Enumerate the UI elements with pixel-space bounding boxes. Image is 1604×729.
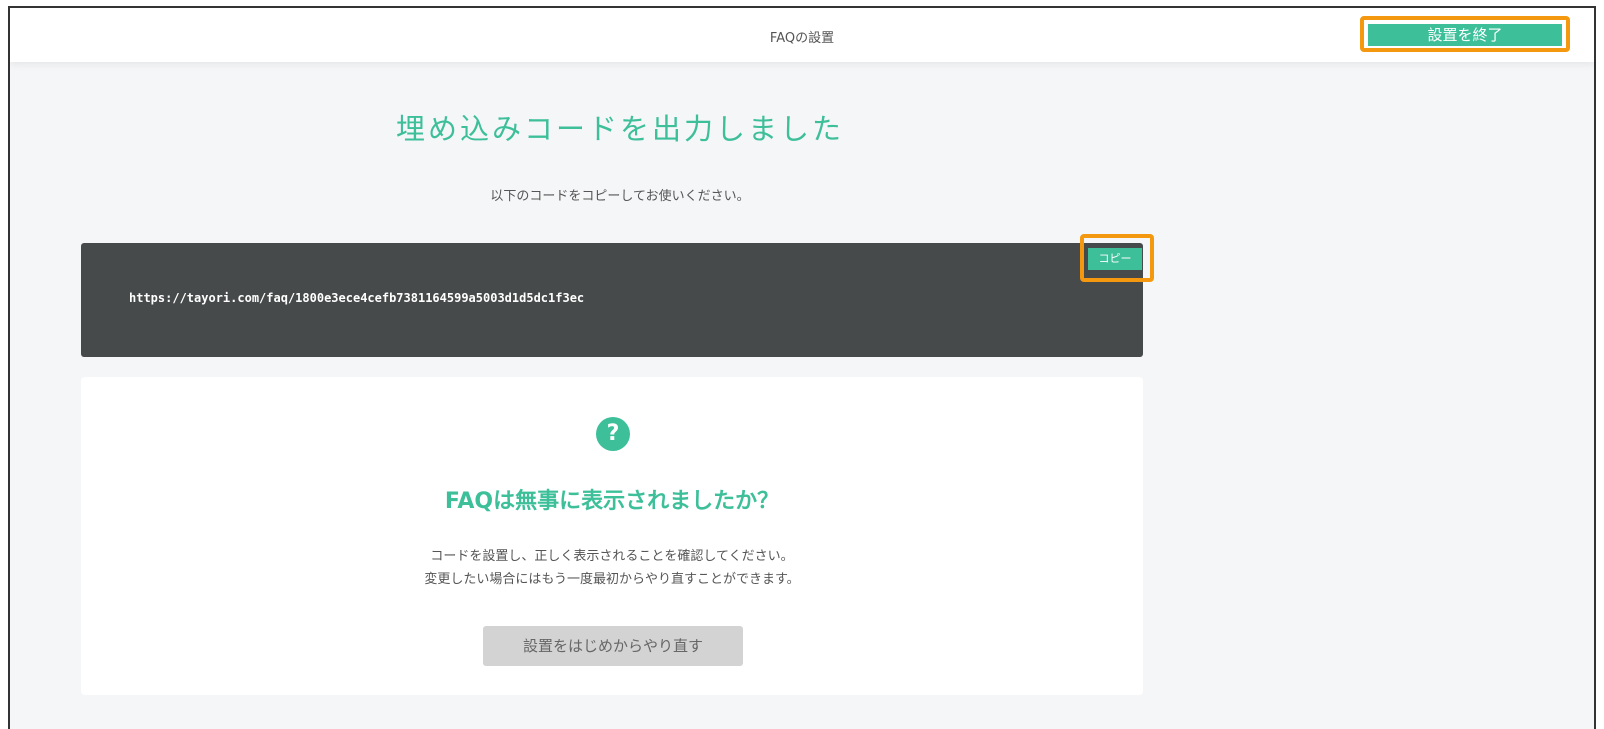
embed-code-text[interactable]: https://tayori.com/faq/1800e3ece4cefb738… <box>129 291 584 305</box>
top-bar: FAQの設置 設置を終了 <box>10 8 1594 62</box>
card-description: コードを設置し、正しく表示されることを確認してください。 変更したい場合にはもう… <box>81 545 1143 591</box>
copy-button[interactable]: コピー <box>1088 248 1142 270</box>
app-window: FAQの設置 設置を終了 埋め込みコードを出力しました 以下のコードをコピーして… <box>8 6 1596 729</box>
main-heading: 埋め込みコードを出力しました <box>395 112 844 146</box>
card-description-line-1: コードを設置し、正しく表示されることを確認してください。 <box>430 549 794 564</box>
card-description-line-2: 変更したい場合にはもう一度最初からやり直すことができます。 <box>424 572 800 587</box>
question-icon: ? <box>596 417 630 451</box>
embed-code-box: https://tayori.com/faq/1800e3ece4cefb738… <box>81 243 1143 357</box>
restart-setup-button[interactable]: 設置をはじめからやり直す <box>483 626 743 666</box>
card-title: FAQは無事に表示されましたか？ <box>444 489 780 514</box>
instruction-text: 以下のコードをコピーしてお使いください。 <box>490 189 750 204</box>
finish-setup-button[interactable]: 設置を終了 <box>1368 24 1562 46</box>
page-title: FAQの設置 <box>769 31 835 46</box>
confirmation-card: ? FAQは無事に表示されましたか？ コードを設置し、正しく表示されることを確認… <box>81 377 1143 695</box>
